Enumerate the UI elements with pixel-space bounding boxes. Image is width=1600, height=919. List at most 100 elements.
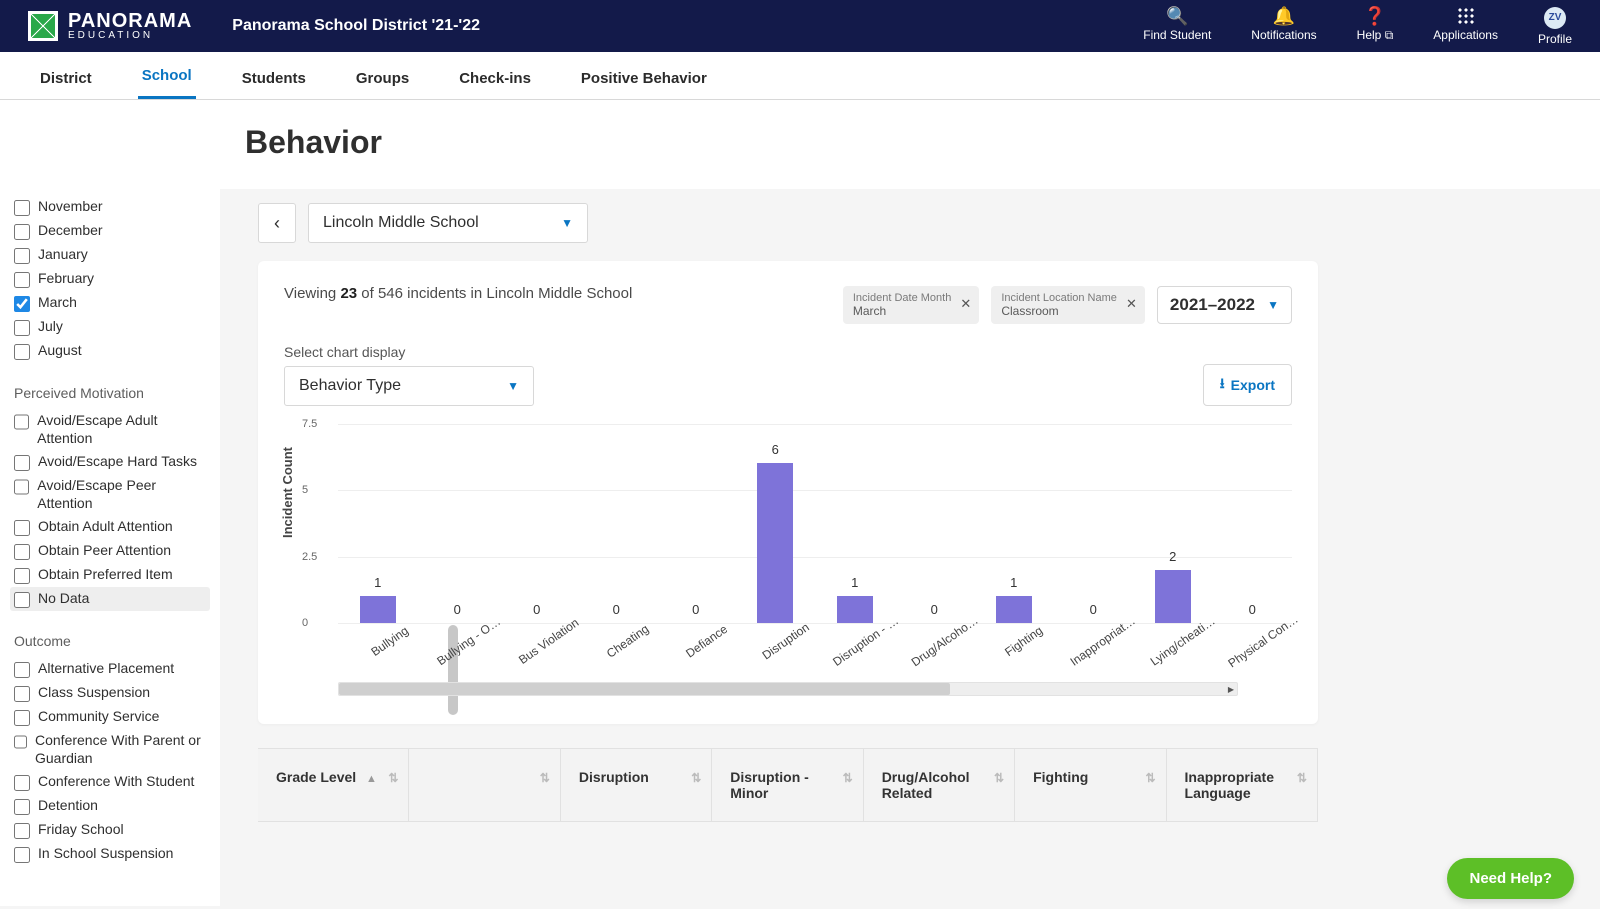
bar[interactable]: 1: [974, 424, 1054, 623]
table-column-header[interactable]: Fighting⇅: [1015, 749, 1166, 821]
checkbox[interactable]: [14, 320, 30, 336]
month-filter[interactable]: February: [10, 267, 210, 291]
motivation-filter[interactable]: Avoid/Escape Peer Attention: [10, 474, 210, 515]
outcome-filter[interactable]: Class Suspension: [10, 681, 210, 705]
tab-district[interactable]: District: [36, 58, 96, 99]
checkbox[interactable]: [14, 544, 30, 560]
month-filter[interactable]: August: [10, 339, 210, 363]
outcome-filter[interactable]: Friday School: [10, 818, 210, 842]
checkbox[interactable]: [14, 592, 30, 608]
checkbox[interactable]: [14, 847, 30, 863]
chart-display-select[interactable]: Behavior Type ▼: [284, 366, 534, 406]
bar[interactable]: 2: [1133, 424, 1213, 623]
scroll-right-icon[interactable]: ▶: [1225, 683, 1237, 695]
need-help-button[interactable]: Need Help?: [1447, 858, 1574, 899]
month-filter[interactable]: July: [10, 315, 210, 339]
checkbox[interactable]: [14, 248, 30, 264]
filter-chip-month[interactable]: Incident Date Month March ✕: [843, 286, 979, 324]
export-button[interactable]: ⭳ Export: [1203, 364, 1292, 406]
month-filter[interactable]: January: [10, 243, 210, 267]
applications-button[interactable]: Applications: [1433, 7, 1498, 42]
month-filter[interactable]: December: [10, 219, 210, 243]
checkbox[interactable]: [14, 520, 30, 536]
bar[interactable]: 0: [418, 424, 498, 623]
chevron-down-icon: ▼: [1267, 298, 1279, 312]
checkbox[interactable]: [14, 662, 30, 678]
checkbox[interactable]: [14, 479, 29, 495]
checkbox[interactable]: [14, 414, 29, 430]
outcome-filter[interactable]: Detention: [10, 794, 210, 818]
y-axis-label: Incident Count: [280, 447, 295, 538]
checkbox[interactable]: [14, 799, 30, 815]
month-filter[interactable]: November: [10, 195, 210, 219]
download-icon: ⭳: [1220, 373, 1225, 397]
outcome-filter[interactable]: Alternative Placement: [10, 657, 210, 681]
bar[interactable]: 6: [736, 424, 816, 623]
bar[interactable]: 0: [895, 424, 975, 623]
school-select[interactable]: Lincoln Middle School ▼: [308, 203, 588, 243]
outcome-filter[interactable]: Conference With Student: [10, 770, 210, 794]
y-tick: 7.5: [302, 418, 317, 430]
filter-chip-location[interactable]: Incident Location Name Classroom ✕: [991, 286, 1145, 324]
notifications-button[interactable]: 🔔 Notifications: [1251, 7, 1316, 42]
checkbox[interactable]: [14, 200, 30, 216]
checkbox[interactable]: [14, 775, 30, 791]
district-name: Panorama School District '21-'22: [232, 17, 480, 35]
chart-scrollbar[interactable]: ◀ ▶: [338, 682, 1238, 696]
motivation-filter[interactable]: Obtain Preferred Item: [10, 563, 210, 587]
bar[interactable]: 0: [497, 424, 577, 623]
bar-value: 0: [454, 602, 461, 617]
back-button[interactable]: ‹: [258, 203, 296, 243]
x-axis-labels: BullyingBullying - O…Bus ViolationCheati…: [338, 624, 1292, 652]
tab-positive-behavior[interactable]: Positive Behavior: [577, 58, 711, 99]
table-column-header[interactable]: ⇅: [409, 749, 560, 821]
checkbox[interactable]: [14, 296, 30, 312]
checkbox[interactable]: [14, 823, 30, 839]
year-range-select[interactable]: 2021–2022 ▼: [1157, 286, 1292, 324]
checkbox[interactable]: [14, 224, 30, 240]
bar[interactable]: 0: [656, 424, 736, 623]
motivation-filter[interactable]: No Data: [10, 587, 210, 611]
table-column-header[interactable]: Disruption - Minor⇅: [712, 749, 863, 821]
tab-groups[interactable]: Groups: [352, 58, 413, 99]
topbar: PANORAMA EDUCATION Panorama School Distr…: [0, 0, 1600, 52]
y-tick: 0: [302, 617, 308, 629]
table-column-header[interactable]: Inappropriate Language⇅: [1167, 749, 1318, 821]
motivation-filter[interactable]: Obtain Adult Attention: [10, 515, 210, 539]
brand-logo[interactable]: PANORAMA EDUCATION: [28, 11, 192, 41]
outcome-filter[interactable]: Conference With Parent or Guardian: [10, 729, 210, 770]
help-button[interactable]: ❓ Help ⧉: [1357, 7, 1394, 43]
checkbox[interactable]: [14, 344, 30, 360]
bar[interactable]: 0: [577, 424, 657, 623]
bar[interactable]: 0: [1213, 424, 1293, 623]
month-filter[interactable]: March: [10, 291, 210, 315]
checkbox[interactable]: [14, 686, 30, 702]
outcome-filter[interactable]: Community Service: [10, 705, 210, 729]
sort-icon: ⇅: [691, 771, 701, 785]
tab-school[interactable]: School: [138, 55, 196, 99]
profile-button[interactable]: ZV Profile: [1538, 7, 1572, 46]
tab-checkins[interactable]: Check-ins: [455, 58, 535, 99]
find-student-button[interactable]: 🔍 Find Student: [1143, 7, 1211, 42]
checkbox[interactable]: [14, 568, 30, 584]
outcome-filter[interactable]: In School Suspension: [10, 842, 210, 866]
checkbox[interactable]: [14, 734, 27, 750]
close-icon[interactable]: ✕: [960, 296, 971, 312]
table-column-header[interactable]: Grade Level ▲⇅: [258, 749, 409, 821]
close-icon[interactable]: ✕: [1126, 296, 1137, 312]
checkbox[interactable]: [14, 710, 30, 726]
bar[interactable]: 0: [1054, 424, 1134, 623]
table-column-header[interactable]: Drug/Alcohol Related⇅: [864, 749, 1015, 821]
checkbox[interactable]: [14, 455, 30, 471]
bar[interactable]: 1: [815, 424, 895, 623]
bar[interactable]: 1: [338, 424, 418, 623]
bar-value: 1: [1010, 575, 1017, 590]
motivation-filter[interactable]: Avoid/Escape Adult Attention: [10, 409, 210, 450]
scrollbar-thumb[interactable]: [339, 683, 950, 695]
bar-value: 0: [692, 602, 699, 617]
motivation-filter[interactable]: Obtain Peer Attention: [10, 539, 210, 563]
motivation-filter[interactable]: Avoid/Escape Hard Tasks: [10, 450, 210, 474]
table-column-header[interactable]: Disruption⇅: [561, 749, 712, 821]
checkbox[interactable]: [14, 272, 30, 288]
tab-students[interactable]: Students: [238, 58, 310, 99]
